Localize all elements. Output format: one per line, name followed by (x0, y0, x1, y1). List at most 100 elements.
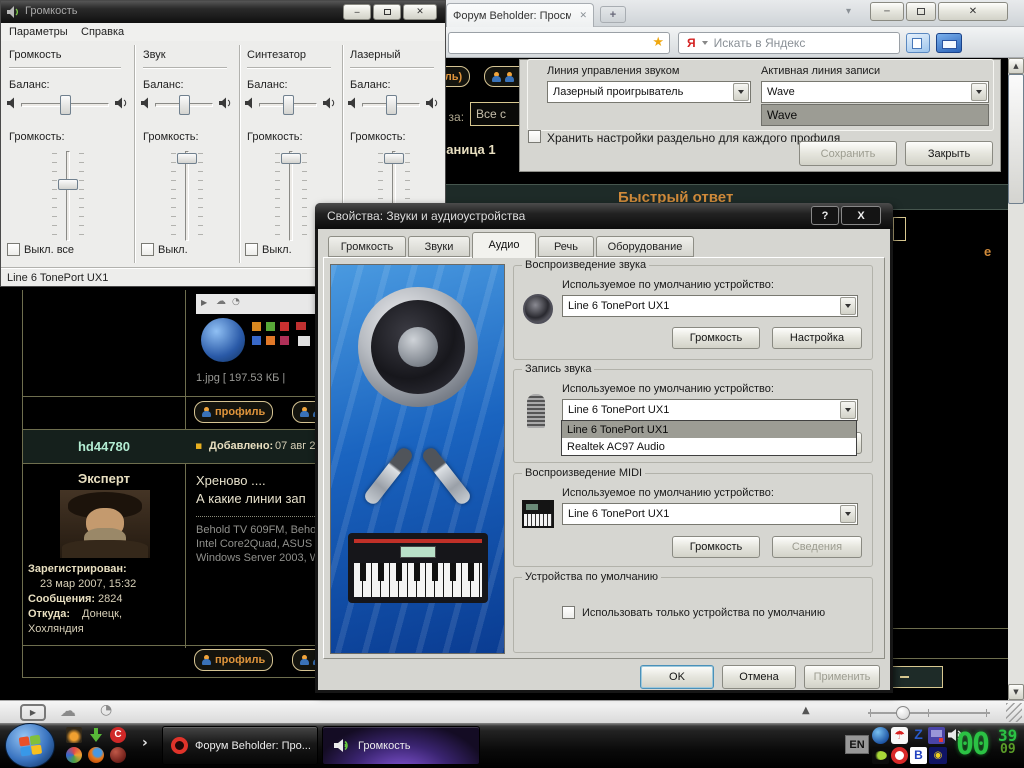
task-button-forum[interactable]: Форум Beholder: Про... (162, 726, 318, 765)
tray-avira-icon[interactable]: ☂ (891, 727, 908, 744)
volume-track[interactable] (289, 151, 293, 241)
dialog-close-button[interactable]: X (841, 206, 881, 225)
mixer-minimize-button[interactable]: ─ (343, 4, 371, 20)
playback-device-select[interactable]: Line 6 TonePort UX1 (562, 295, 858, 317)
quicklaunch-ccleaner-icon[interactable]: C (110, 727, 126, 743)
mute-checkbox[interactable] (141, 243, 154, 256)
tray-radio-icon[interactable]: ◉ (929, 747, 947, 764)
window-close-button[interactable]: ✕ (938, 2, 1008, 21)
tray-emule-icon[interactable] (872, 727, 889, 744)
turbo-gauge-icon[interactable]: ◔ (100, 702, 112, 718)
volume-slider-thumb[interactable] (281, 153, 301, 164)
mail-button[interactable] (936, 33, 962, 53)
dropdown-button[interactable] (733, 83, 749, 101)
dialog-help-button[interactable]: ? (811, 206, 839, 225)
pages-panel-button[interactable] (906, 33, 930, 53)
tray-trend-icon[interactable] (891, 747, 908, 764)
balance-slider-thumb[interactable] (60, 95, 71, 115)
tab-volume[interactable]: Громкость (328, 236, 406, 257)
quicklaunch-download-icon[interactable] (88, 727, 104, 743)
record-line-open-option[interactable]: Wave (761, 104, 989, 126)
volume-slider-thumb[interactable] (177, 153, 197, 164)
window-maximize-button[interactable] (906, 2, 936, 21)
volume-track[interactable] (185, 151, 189, 241)
zoom-track[interactable] (868, 712, 990, 714)
tray-floppy-icon[interactable] (928, 727, 945, 744)
language-indicator[interactable]: EN (845, 735, 869, 754)
close-panel-button[interactable]: Закрыть (905, 141, 993, 166)
window-minimize-button[interactable]: ─ (870, 2, 904, 21)
dropdown-option-selected[interactable]: Line 6 TonePort UX1 (562, 421, 856, 438)
resize-grip[interactable] (1006, 703, 1022, 722)
mixer-close-button[interactable]: ✕ (403, 4, 437, 20)
dropdown-button[interactable] (840, 401, 856, 419)
post-username[interactable]: hd44780 (23, 430, 185, 463)
quicklaunch-firefox-icon[interactable] (88, 747, 104, 763)
ok-button[interactable]: OK (640, 665, 714, 689)
midi-device-select[interactable]: Line 6 TonePort UX1 (562, 503, 858, 525)
sync-cloud-icon[interactable]: ☁ (60, 701, 76, 720)
midi-volume-button[interactable]: Громкость (672, 536, 760, 558)
clock-hours[interactable]: 00 (956, 727, 988, 762)
dropdown-option[interactable]: Realtek AC97 Audio (562, 438, 856, 455)
start-button[interactable] (5, 723, 55, 768)
profiles-checkbox[interactable] (528, 130, 541, 143)
record-line-select[interactable]: Wave (761, 81, 989, 103)
cancel-button[interactable]: Отмена (722, 665, 796, 689)
balance-slider-thumb[interactable] (386, 95, 397, 115)
balance-slider-thumb[interactable] (179, 95, 190, 115)
midi-about-button[interactable]: Сведения (772, 536, 862, 558)
menu-help[interactable]: Справка (81, 26, 124, 38)
line-control-select[interactable]: Лазерный проигрыватель (547, 81, 751, 103)
save-button[interactable]: Сохранить (799, 141, 897, 166)
volume-track[interactable] (66, 151, 70, 241)
balance-slider-thumb[interactable] (283, 95, 294, 115)
zoom-slider[interactable] (868, 705, 990, 721)
zoom-panel-toggle-icon[interactable]: ▲ (802, 705, 810, 716)
yandex-search-box[interactable]: Я Искать в Яндекс (678, 32, 900, 54)
tray-punto-icon[interactable]: B (910, 747, 927, 764)
quicklaunch-chevron-icon[interactable]: › (142, 735, 148, 751)
scroll-up-button[interactable]: ▲ (1008, 58, 1024, 74)
defaults-checkbox[interactable] (562, 606, 575, 619)
tab-speech[interactable]: Речь (538, 236, 594, 257)
playback-volume-button[interactable]: Громкость (672, 327, 760, 349)
attachment-caption[interactable]: 1.jpg [ 197.53 КБ | (196, 372, 285, 384)
quicklaunch-media-icon[interactable] (66, 727, 82, 743)
dropdown-button[interactable] (840, 297, 856, 315)
tab-hardware[interactable]: Оборудование (596, 236, 694, 257)
panels-toggle-button[interactable]: ▶ (20, 704, 46, 721)
playback-settings-button[interactable]: Настройка (772, 327, 862, 349)
task-button-volume-active[interactable]: Громкость (322, 726, 480, 765)
tray-z-icon[interactable]: Z (910, 726, 927, 743)
dropdown-button[interactable] (971, 83, 987, 101)
page-scrollbar[interactable]: ▲ ▼ (1008, 58, 1024, 700)
browser-tab[interactable]: Форум Beholder: Просмо... ✕ (446, 3, 594, 27)
profile-button[interactable]: профиль (194, 649, 273, 671)
profile-button[interactable]: профиль (194, 401, 273, 423)
mute-checkbox[interactable] (7, 243, 20, 256)
scrollbar-thumb[interactable] (1008, 74, 1024, 204)
apply-button[interactable]: Применить (804, 665, 880, 689)
search-engine-caret-icon[interactable] (702, 41, 708, 45)
new-tab-button[interactable]: + (600, 6, 626, 23)
tab-overflow-chevron-icon[interactable]: ▾ (846, 6, 851, 17)
volume-slider-thumb[interactable] (58, 179, 78, 190)
tab-audio-active[interactable]: Аудио (472, 232, 536, 258)
volume-slider-thumb[interactable] (384, 153, 404, 164)
scroll-down-button[interactable]: ▼ (1008, 684, 1024, 700)
tab-close-icon[interactable]: ✕ (579, 11, 587, 21)
recording-device-select[interactable]: Line 6 TonePort UX1 (562, 399, 858, 421)
mixer-titlebar[interactable]: Громкость ─ ✕ (1, 1, 445, 23)
dialog-titlebar[interactable]: Свойства: Звуки и аудиоустройства ? X (315, 203, 893, 229)
address-bar[interactable]: ★ (448, 32, 670, 54)
mute-checkbox[interactable] (245, 243, 258, 256)
tray-nvidia-icon[interactable] (872, 747, 889, 764)
mixer-maximize-button[interactable] (373, 4, 401, 20)
dropdown-button[interactable] (840, 505, 856, 523)
bookmark-star-icon[interactable]: ★ (652, 35, 664, 50)
tab-sounds[interactable]: Звуки (408, 236, 470, 257)
attachment-image[interactable]: ▶ ☁ ◔ (196, 294, 332, 368)
zoom-slider-thumb[interactable] (896, 706, 910, 720)
quicklaunch-opera-icon[interactable] (110, 747, 126, 763)
